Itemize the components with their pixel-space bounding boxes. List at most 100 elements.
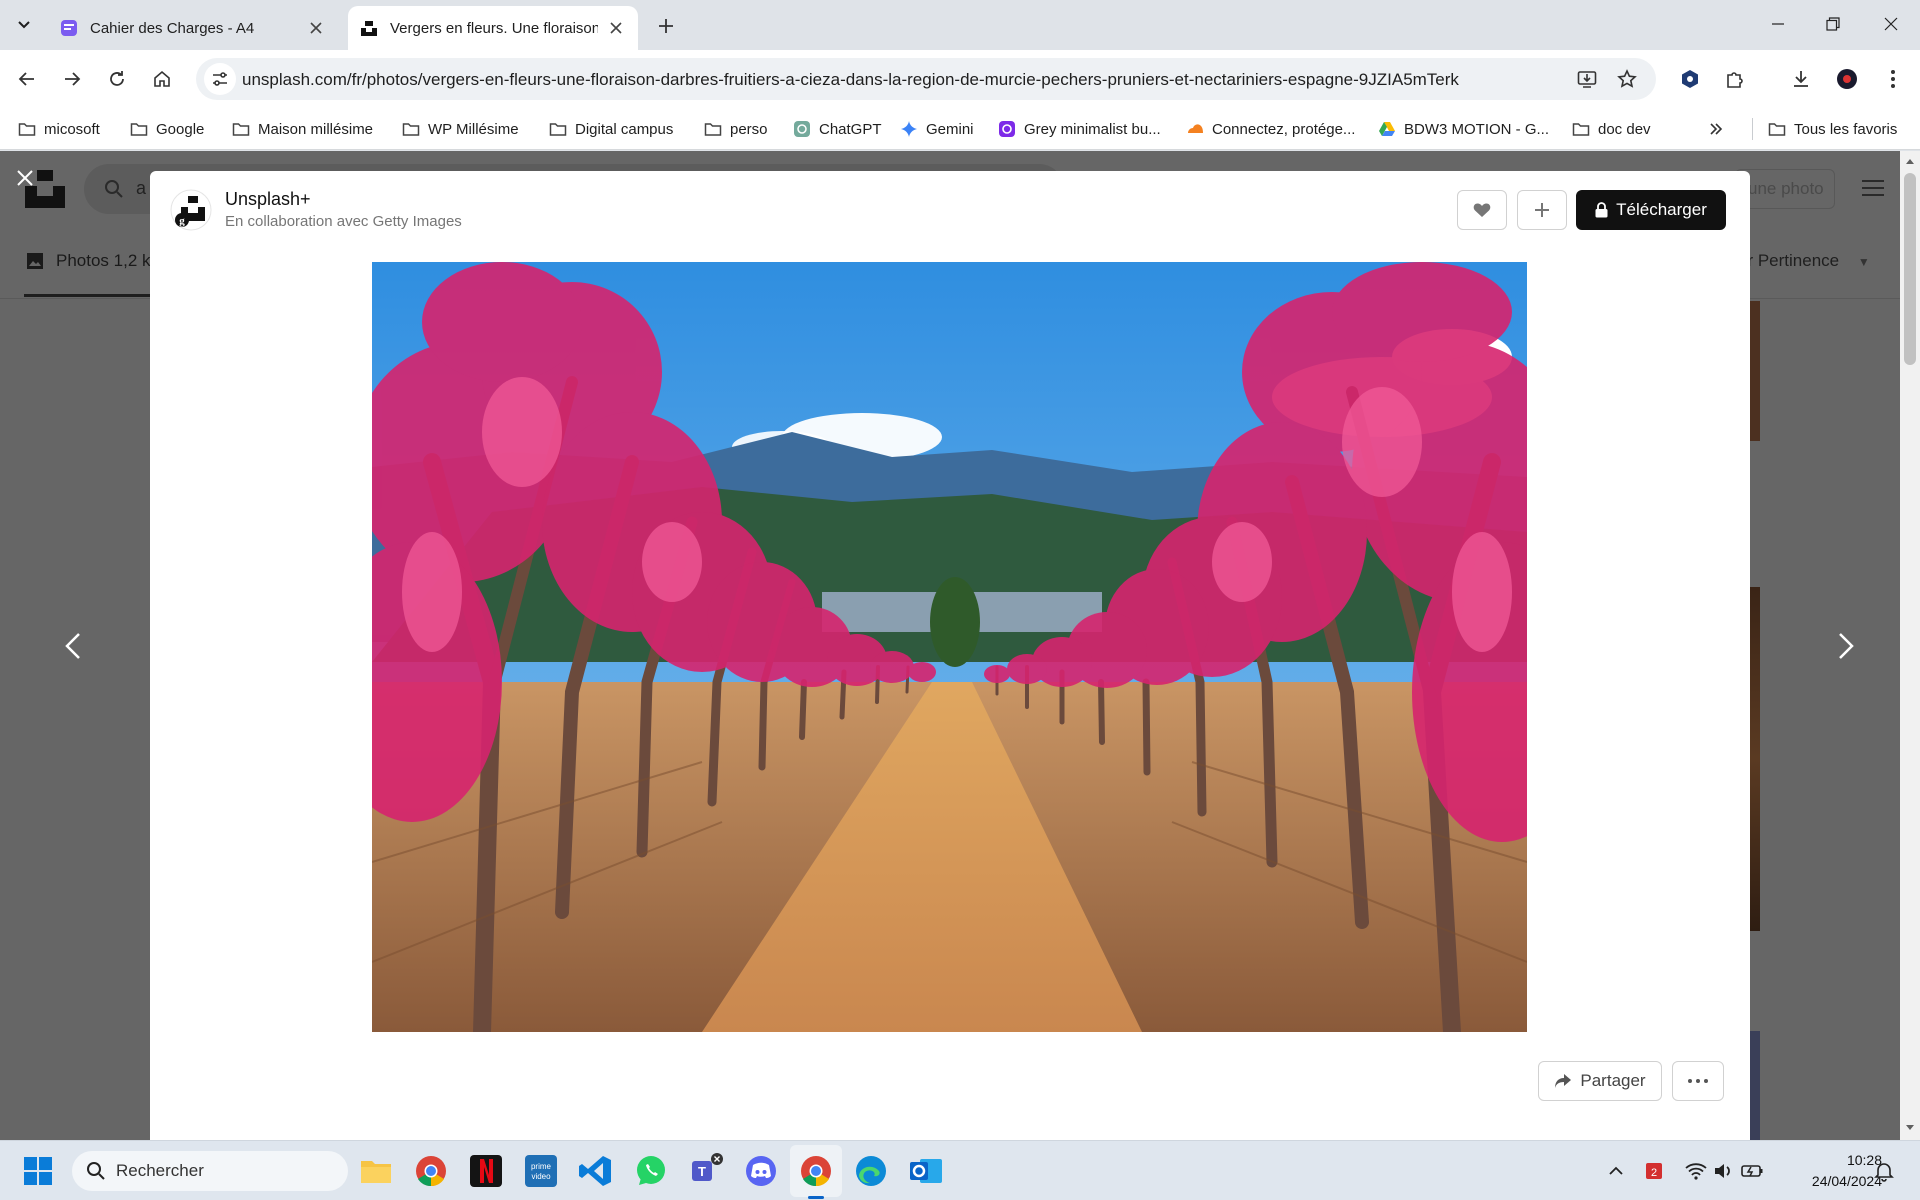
back-button[interactable] [10, 62, 44, 96]
taskbar-search[interactable]: Rechercher [72, 1151, 348, 1191]
svg-text:g: g [179, 215, 185, 227]
bookmark-digital-campus[interactable]: Digital campus [549, 116, 673, 142]
downloads-button[interactable] [1784, 62, 1818, 96]
prime-video-icon[interactable]: primevideo [523, 1153, 559, 1189]
site-info-button[interactable] [204, 63, 236, 95]
scroll-down-icon[interactable] [1905, 1124, 1915, 1132]
chevron-up-icon[interactable] [1604, 1159, 1628, 1183]
like-button[interactable] [1457, 190, 1507, 230]
bookmark-connectez-protege[interactable]: Connectez, protége... [1186, 116, 1355, 142]
bookmarks-bar: micosoft Google Maison millésime WP Mill… [0, 108, 1920, 150]
outlook-icon[interactable] [908, 1153, 944, 1189]
profile-avatar[interactable] [1830, 62, 1864, 96]
discord-icon[interactable] [743, 1153, 779, 1189]
tab-underline [24, 294, 154, 297]
bookmark-star-button[interactable] [1610, 62, 1644, 96]
bookmarks-divider [1752, 118, 1753, 140]
chevron-down-icon [18, 21, 30, 29]
folder-icon [402, 123, 420, 136]
tab-cahier-des-charges[interactable]: Cahier des Charges - A4 [48, 6, 338, 50]
bookmark-label: BDW3 MOTION - G... [1404, 120, 1549, 138]
share-label: Partager [1580, 1071, 1646, 1090]
page-scrollbar[interactable] [1900, 151, 1920, 1140]
netflix-icon[interactable] [468, 1153, 504, 1189]
heart-icon [1473, 203, 1491, 217]
taskbar-clock[interactable]: 10:28 24/04/2024 [1786, 1150, 1882, 1192]
close-window-button[interactable] [1868, 6, 1914, 42]
unsplash-plus-avatar-icon[interactable]: g [170, 189, 212, 231]
more-actions-button[interactable] [1672, 1061, 1724, 1101]
share-button[interactable]: Partager [1538, 1061, 1662, 1101]
teams-icon[interactable]: T [688, 1153, 724, 1189]
plus-icon [1535, 203, 1549, 217]
hexagon-extension-icon [1682, 70, 1698, 88]
bookmark-bdw3-motion[interactable]: BDW3 MOTION - G... [1378, 116, 1549, 142]
scrollbar-thumb[interactable] [1904, 173, 1916, 365]
new-tab-button[interactable] [652, 12, 680, 40]
address-bar[interactable]: unsplash.com/fr/photos/vergers-en-fleurs… [196, 58, 1656, 100]
bookmark-label: Connectez, protége... [1212, 120, 1356, 138]
minimize-button[interactable] [1755, 6, 1801, 42]
chrome-active-icon[interactable] [798, 1153, 834, 1189]
reload-button[interactable] [100, 62, 134, 96]
close-tab-icon[interactable] [306, 18, 326, 38]
folder-icon [130, 123, 148, 136]
edge-icon[interactable] [853, 1153, 889, 1189]
bookmark-doc-dev[interactable]: doc dev [1572, 116, 1651, 142]
tab-search-button[interactable] [10, 11, 38, 39]
tune-icon [213, 72, 227, 86]
collaboration-note[interactable]: En collaboration avec Getty Images [225, 213, 462, 230]
bookmark-label: ChatGPT [819, 120, 882, 138]
sort-label: ar Pertinence [1738, 251, 1840, 270]
scroll-up-icon[interactable] [1905, 157, 1915, 165]
whatsapp-icon[interactable] [633, 1153, 669, 1189]
background-thumbnail [1750, 301, 1760, 441]
windows-start-icon[interactable] [22, 1155, 54, 1187]
previous-photo-button[interactable] [53, 626, 93, 666]
bookmark-label: Tous les favoris [1794, 120, 1898, 138]
folder-icon [18, 123, 36, 136]
background-thumbnail [1750, 1031, 1760, 1140]
chrome-menu-button[interactable] [1876, 62, 1910, 96]
bookmark-micosoft[interactable]: micosoft [18, 116, 100, 142]
all-bookmarks-button[interactable]: Tous les favoris [1768, 116, 1897, 142]
next-photo-button[interactable] [1826, 626, 1866, 666]
close-tab-icon[interactable] [606, 18, 626, 38]
file-explorer-icon[interactable] [358, 1153, 394, 1189]
star-icon [1617, 69, 1637, 88]
chrome-icon[interactable] [413, 1153, 449, 1189]
download-button[interactable]: Télécharger [1576, 190, 1726, 230]
close-modal-button[interactable] [12, 165, 38, 191]
bookmark-label: Digital campus [575, 120, 674, 138]
lock-icon [1595, 202, 1608, 218]
home-button[interactable] [145, 62, 179, 96]
bookmark-wp-millesime[interactable]: WP Millésime [402, 116, 519, 142]
forward-button[interactable] [55, 62, 89, 96]
notification-app-icon[interactable]: 2 [1642, 1159, 1666, 1183]
install-app-button[interactable] [1570, 62, 1604, 96]
tab-vergers-en-fleurs[interactable]: Vergers en fleurs. Une floraison [348, 6, 638, 50]
caret-down-icon: ▼ [1857, 255, 1870, 269]
wifi-icon[interactable] [1684, 1159, 1708, 1183]
battery-icon[interactable] [1740, 1159, 1764, 1183]
tab-strip: Cahier des Charges - A4 Vergers en fleur… [0, 0, 1920, 50]
main-photo[interactable] [372, 262, 1527, 1032]
notifications-bell-icon[interactable] [1872, 1159, 1896, 1183]
bookmark-gemini[interactable]: Gemini [900, 116, 974, 142]
bookmark-google[interactable]: Google [130, 116, 204, 142]
svg-text:T: T [698, 1164, 706, 1179]
canva-icon [999, 121, 1015, 137]
extension-hex-button[interactable] [1673, 62, 1707, 96]
author-name[interactable]: Unsplash+ [225, 189, 311, 210]
more-bookmarks-button[interactable] [1708, 116, 1724, 142]
extensions-button[interactable] [1718, 62, 1752, 96]
bookmark-grey-minimalist[interactable]: Grey minimalist bu... [998, 116, 1161, 142]
bookmark-maison-millesime[interactable]: Maison millésime [232, 116, 373, 142]
add-to-collection-button[interactable] [1517, 190, 1567, 230]
vscode-icon[interactable] [578, 1153, 614, 1189]
bookmark-chatgpt[interactable]: ChatGPT [793, 116, 882, 142]
volume-icon[interactable] [1712, 1159, 1736, 1183]
bookmark-perso[interactable]: perso [704, 116, 768, 142]
restore-button[interactable] [1810, 6, 1856, 42]
bookmark-label: Google [156, 120, 205, 138]
